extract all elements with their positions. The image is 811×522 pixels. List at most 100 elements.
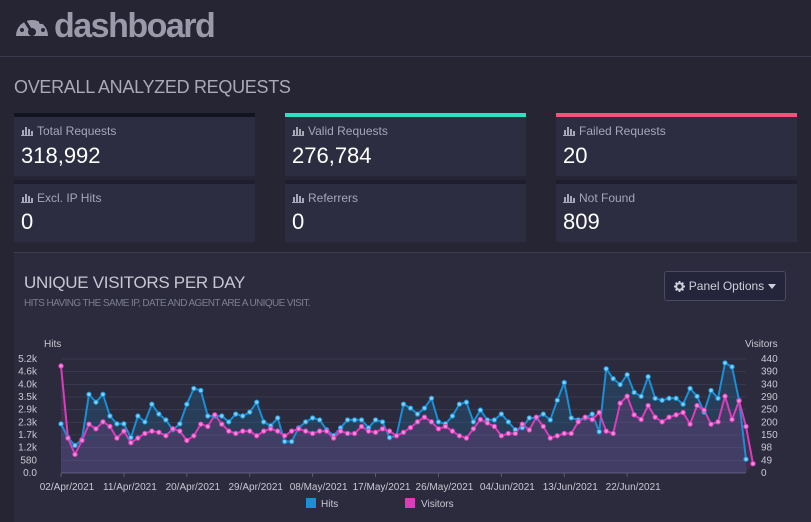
visitors-point — [281, 433, 288, 439]
hits-point — [589, 411, 595, 417]
visitors-point — [316, 428, 323, 434]
y-right-tick-label: 200 — [761, 417, 778, 428]
visitors-point — [121, 428, 127, 434]
visitors-point — [603, 428, 609, 434]
hits-point — [100, 391, 106, 398]
visitors-point — [79, 437, 85, 444]
legend-label-hits: Hits — [321, 499, 338, 510]
y-left-tick-label: 0.0 — [23, 468, 37, 479]
hits-point — [477, 407, 484, 413]
hits-point — [191, 385, 197, 392]
visitors-point — [715, 419, 721, 425]
visitors-point — [680, 409, 686, 416]
visitors-point — [177, 428, 183, 434]
hits-point — [205, 413, 211, 419]
hits-point — [638, 393, 644, 400]
visitors-point — [261, 428, 267, 434]
hits-point — [274, 415, 281, 421]
hits-point — [596, 429, 602, 435]
visitors-point — [568, 430, 574, 437]
visitors-point — [687, 421, 693, 427]
visitors-point — [302, 428, 309, 434]
hits-point — [128, 434, 134, 441]
visitors-point — [470, 426, 477, 432]
hits-point — [505, 419, 512, 425]
y-right-tick-label: 390 — [761, 367, 778, 378]
visitors-point — [393, 433, 400, 439]
y-left-tick-label: 3.5k — [18, 392, 38, 403]
x-tick-label: 02/Apr/2021 — [40, 482, 95, 493]
visitors-point — [379, 426, 386, 432]
visitors-point — [407, 424, 414, 431]
visitors-point — [65, 435, 71, 441]
visitors-point — [212, 412, 218, 418]
visitors-point — [526, 427, 533, 433]
visitors-point — [219, 421, 225, 427]
visitors-point — [456, 433, 463, 439]
hits-point — [666, 395, 672, 402]
visitors-point — [645, 402, 651, 409]
y-right-axis-label: Visitors — [745, 339, 778, 350]
hits-point — [184, 401, 190, 407]
hits-point — [163, 417, 169, 423]
hits-point — [261, 419, 267, 425]
visitors-point — [114, 435, 120, 441]
hits-point — [72, 442, 78, 449]
y-left-tick-label: 4.0k — [18, 379, 38, 390]
hits-point — [687, 385, 693, 392]
legend-label-visitors: Visitors — [421, 499, 454, 510]
y-left-tick-label: 1.7k — [18, 430, 38, 441]
x-tick-label: 08/May/2021 — [290, 482, 348, 493]
hits-point — [233, 411, 239, 417]
hits-point — [309, 415, 316, 421]
hits-point — [470, 419, 477, 425]
visitors-point — [722, 393, 728, 399]
hits-point — [351, 417, 358, 423]
x-tick-label: 17/May/2021 — [353, 482, 411, 493]
hits-point — [93, 399, 99, 405]
visitors-point — [191, 433, 197, 439]
hits-point — [715, 395, 721, 402]
visitors-point — [617, 400, 623, 406]
visitors-point — [337, 428, 344, 434]
hits-point — [372, 417, 379, 423]
visitors-point — [596, 409, 602, 416]
x-tick-label: 20/Apr/2021 — [166, 482, 221, 493]
x-tick-label: 11/Apr/2021 — [103, 482, 157, 493]
hits-point — [177, 421, 183, 427]
visitors-point — [240, 428, 246, 434]
y-left-tick-label: 4.6k — [18, 367, 38, 378]
hits-point — [198, 387, 204, 394]
hits-point — [743, 456, 749, 462]
hits-point — [344, 417, 351, 423]
visitors-point — [184, 437, 190, 444]
hits-point — [673, 395, 679, 402]
visitors-point — [58, 363, 64, 369]
visitors-point — [484, 420, 491, 426]
hits-point — [142, 419, 148, 425]
unique-visitors-chart: 0.05801.2k1.7k2.3k2.9k3.5k4.0k4.6k5.2k04… — [18, 339, 778, 510]
visitors-point — [107, 423, 113, 430]
hits-point — [708, 387, 714, 394]
y-left-tick-label: 2.9k — [18, 405, 38, 416]
visitors-point — [477, 416, 484, 423]
visitors-point — [128, 440, 134, 446]
hits-point — [254, 399, 260, 405]
y-right-tick-label: 340 — [761, 379, 778, 390]
hits-point — [659, 397, 665, 403]
visitors-point — [156, 429, 162, 435]
visitors-point — [233, 430, 239, 437]
y-right-tick-label: 250 — [761, 405, 778, 416]
hits-point — [240, 413, 246, 419]
hits-point — [603, 366, 609, 372]
y-left-tick-label: 5.2k — [18, 354, 38, 365]
hits-point — [610, 375, 616, 382]
visitors-point — [708, 421, 714, 427]
legend-swatch-visitors — [405, 498, 415, 508]
hits-point — [694, 393, 700, 400]
visitors-point — [519, 421, 526, 427]
visitors-point — [701, 407, 707, 413]
visitors-point — [624, 393, 630, 399]
visitors-point — [93, 426, 99, 432]
hits-point — [121, 421, 127, 427]
